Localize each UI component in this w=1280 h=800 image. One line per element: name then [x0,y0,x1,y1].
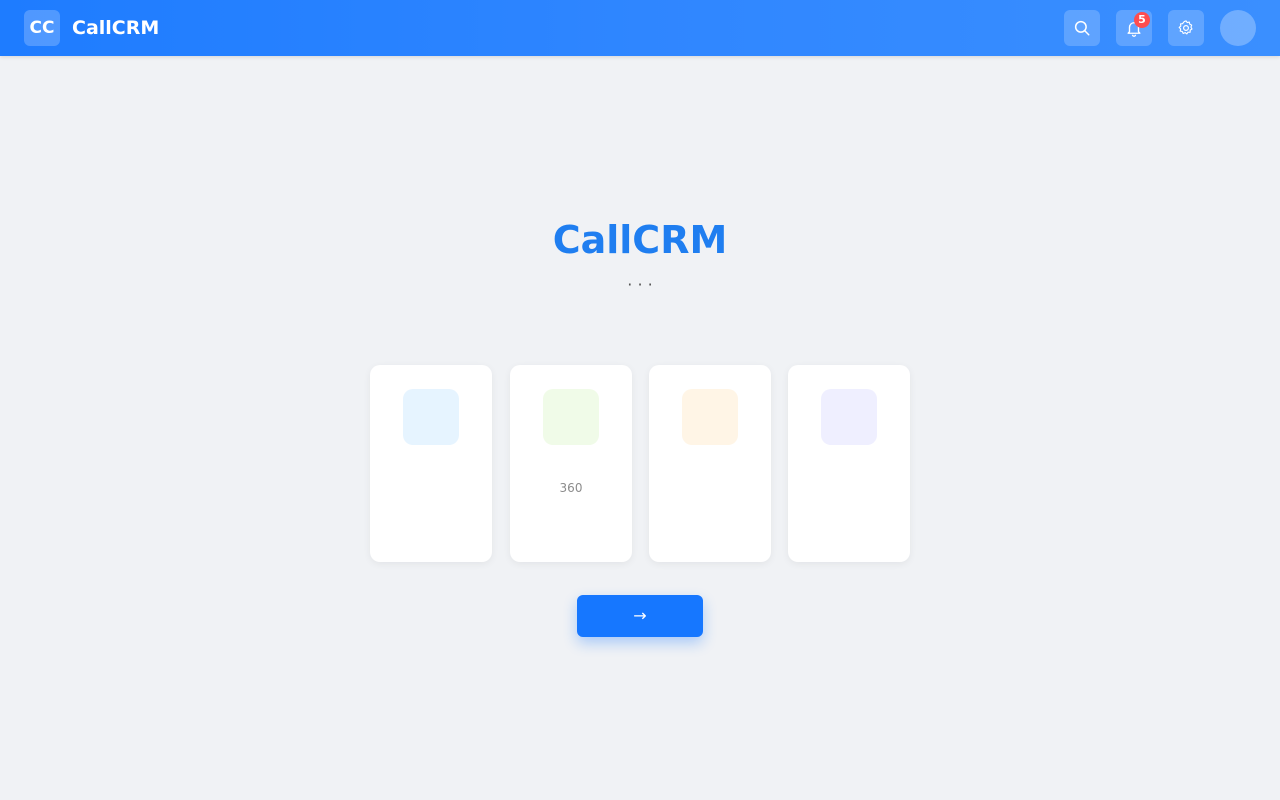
notification-count-badge: 5 [1134,12,1150,28]
feature-card-description: 360 [559,481,583,495]
search-icon [1074,20,1090,36]
app-logo[interactable]: CC [24,10,60,46]
gear-icon [1178,20,1193,35]
robot-icon [821,389,877,445]
feature-card-call-center[interactable] [370,365,492,562]
search-button[interactable] [1064,10,1100,46]
get-started-button[interactable]: → [577,595,703,637]
feature-card-sales-pipeline[interactable] [649,365,771,562]
feature-card-customer-management[interactable]: 360 [510,365,632,562]
settings-button[interactable] [1168,10,1204,46]
feature-card-intelligent-analytics[interactable] [788,365,910,562]
chart-icon [682,389,738,445]
feature-cards: 360 [370,365,910,562]
hero-subtitle-features: · · · [627,275,653,294]
top-navigation-bar: CC CallCRM 5 [0,0,1280,56]
app-name: CallCRM [72,17,160,39]
phone-icon [403,389,459,445]
notifications-button[interactable]: 5 [1116,10,1152,46]
page-title: CallCRM [552,218,728,262]
users-icon [543,389,599,445]
user-avatar[interactable] [1220,10,1256,46]
